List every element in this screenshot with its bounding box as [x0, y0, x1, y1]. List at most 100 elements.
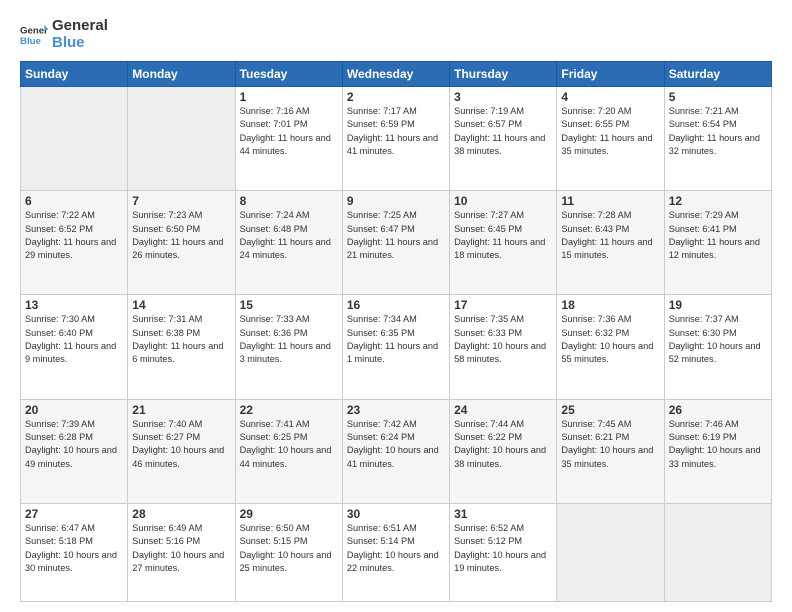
day-number: 23 [347, 403, 445, 417]
calendar-cell: 13Sunrise: 7:30 AMSunset: 6:40 PMDayligh… [21, 295, 128, 399]
calendar-cell: 6Sunrise: 7:22 AMSunset: 6:52 PMDaylight… [21, 191, 128, 295]
calendar-cell: 26Sunrise: 7:46 AMSunset: 6:19 PMDayligh… [664, 399, 771, 503]
day-info: Sunrise: 7:33 AMSunset: 6:36 PMDaylight:… [240, 313, 338, 366]
calendar-cell: 29Sunrise: 6:50 AMSunset: 5:15 PMDayligh… [235, 503, 342, 601]
weekday-header: Wednesday [342, 62, 449, 87]
svg-text:Blue: Blue [20, 35, 41, 46]
day-info: Sunrise: 7:21 AMSunset: 6:54 PMDaylight:… [669, 105, 767, 158]
day-info: Sunrise: 7:24 AMSunset: 6:48 PMDaylight:… [240, 209, 338, 262]
calendar-week-row: 13Sunrise: 7:30 AMSunset: 6:40 PMDayligh… [21, 295, 772, 399]
calendar-cell: 4Sunrise: 7:20 AMSunset: 6:55 PMDaylight… [557, 87, 664, 191]
day-number: 17 [454, 298, 552, 312]
day-info: Sunrise: 7:22 AMSunset: 6:52 PMDaylight:… [25, 209, 123, 262]
calendar-table: SundayMondayTuesdayWednesdayThursdayFrid… [20, 61, 772, 602]
weekday-header: Saturday [664, 62, 771, 87]
day-info: Sunrise: 7:44 AMSunset: 6:22 PMDaylight:… [454, 418, 552, 471]
day-info: Sunrise: 7:40 AMSunset: 6:27 PMDaylight:… [132, 418, 230, 471]
day-number: 26 [669, 403, 767, 417]
calendar-week-row: 6Sunrise: 7:22 AMSunset: 6:52 PMDaylight… [21, 191, 772, 295]
calendar-cell: 10Sunrise: 7:27 AMSunset: 6:45 PMDayligh… [450, 191, 557, 295]
calendar-week-row: 1Sunrise: 7:16 AMSunset: 7:01 PMDaylight… [21, 87, 772, 191]
calendar-cell: 17Sunrise: 7:35 AMSunset: 6:33 PMDayligh… [450, 295, 557, 399]
day-info: Sunrise: 7:39 AMSunset: 6:28 PMDaylight:… [25, 418, 123, 471]
calendar-cell: 20Sunrise: 7:39 AMSunset: 6:28 PMDayligh… [21, 399, 128, 503]
day-number: 29 [240, 507, 338, 521]
day-info: Sunrise: 7:16 AMSunset: 7:01 PMDaylight:… [240, 105, 338, 158]
day-number: 7 [132, 194, 230, 208]
calendar-cell: 30Sunrise: 6:51 AMSunset: 5:14 PMDayligh… [342, 503, 449, 601]
calendar-cell: 8Sunrise: 7:24 AMSunset: 6:48 PMDaylight… [235, 191, 342, 295]
day-info: Sunrise: 7:45 AMSunset: 6:21 PMDaylight:… [561, 418, 659, 471]
day-number: 4 [561, 90, 659, 104]
day-number: 16 [347, 298, 445, 312]
page: General Blue General Blue SundayMondayTu… [0, 0, 792, 612]
calendar-cell: 3Sunrise: 7:19 AMSunset: 6:57 PMDaylight… [450, 87, 557, 191]
logo-general: General [52, 18, 108, 35]
day-number: 5 [669, 90, 767, 104]
day-info: Sunrise: 7:36 AMSunset: 6:32 PMDaylight:… [561, 313, 659, 366]
day-number: 25 [561, 403, 659, 417]
day-info: Sunrise: 7:17 AMSunset: 6:59 PMDaylight:… [347, 105, 445, 158]
calendar-cell: 22Sunrise: 7:41 AMSunset: 6:25 PMDayligh… [235, 399, 342, 503]
calendar-cell: 7Sunrise: 7:23 AMSunset: 6:50 PMDaylight… [128, 191, 235, 295]
calendar-cell: 23Sunrise: 7:42 AMSunset: 6:24 PMDayligh… [342, 399, 449, 503]
calendar-cell: 24Sunrise: 7:44 AMSunset: 6:22 PMDayligh… [450, 399, 557, 503]
calendar-cell: 12Sunrise: 7:29 AMSunset: 6:41 PMDayligh… [664, 191, 771, 295]
day-number: 18 [561, 298, 659, 312]
calendar-cell: 27Sunrise: 6:47 AMSunset: 5:18 PMDayligh… [21, 503, 128, 601]
calendar-cell: 25Sunrise: 7:45 AMSunset: 6:21 PMDayligh… [557, 399, 664, 503]
calendar-cell [557, 503, 664, 601]
header: General Blue General Blue [20, 18, 772, 51]
day-number: 15 [240, 298, 338, 312]
weekday-header: Monday [128, 62, 235, 87]
day-info: Sunrise: 6:49 AMSunset: 5:16 PMDaylight:… [132, 522, 230, 575]
day-info: Sunrise: 7:20 AMSunset: 6:55 PMDaylight:… [561, 105, 659, 158]
day-info: Sunrise: 7:30 AMSunset: 6:40 PMDaylight:… [25, 313, 123, 366]
day-info: Sunrise: 7:37 AMSunset: 6:30 PMDaylight:… [669, 313, 767, 366]
calendar-cell: 16Sunrise: 7:34 AMSunset: 6:35 PMDayligh… [342, 295, 449, 399]
logo: General Blue General Blue [20, 18, 108, 51]
day-number: 6 [25, 194, 123, 208]
day-number: 12 [669, 194, 767, 208]
weekday-header: Thursday [450, 62, 557, 87]
day-number: 13 [25, 298, 123, 312]
svg-text:General: General [20, 25, 48, 36]
day-number: 31 [454, 507, 552, 521]
calendar-cell: 5Sunrise: 7:21 AMSunset: 6:54 PMDaylight… [664, 87, 771, 191]
day-number: 11 [561, 194, 659, 208]
day-number: 24 [454, 403, 552, 417]
calendar-cell: 19Sunrise: 7:37 AMSunset: 6:30 PMDayligh… [664, 295, 771, 399]
day-info: Sunrise: 6:47 AMSunset: 5:18 PMDaylight:… [25, 522, 123, 575]
day-info: Sunrise: 7:42 AMSunset: 6:24 PMDaylight:… [347, 418, 445, 471]
day-number: 14 [132, 298, 230, 312]
day-info: Sunrise: 7:35 AMSunset: 6:33 PMDaylight:… [454, 313, 552, 366]
day-number: 30 [347, 507, 445, 521]
weekday-header: Tuesday [235, 62, 342, 87]
calendar-cell: 14Sunrise: 7:31 AMSunset: 6:38 PMDayligh… [128, 295, 235, 399]
day-info: Sunrise: 7:27 AMSunset: 6:45 PMDaylight:… [454, 209, 552, 262]
logo-blue: Blue [52, 35, 108, 52]
calendar-cell [21, 87, 128, 191]
calendar-cell: 18Sunrise: 7:36 AMSunset: 6:32 PMDayligh… [557, 295, 664, 399]
day-number: 2 [347, 90, 445, 104]
logo-icon: General Blue [20, 21, 48, 49]
day-number: 1 [240, 90, 338, 104]
calendar-cell: 15Sunrise: 7:33 AMSunset: 6:36 PMDayligh… [235, 295, 342, 399]
day-info: Sunrise: 7:19 AMSunset: 6:57 PMDaylight:… [454, 105, 552, 158]
day-info: Sunrise: 7:23 AMSunset: 6:50 PMDaylight:… [132, 209, 230, 262]
day-info: Sunrise: 7:29 AMSunset: 6:41 PMDaylight:… [669, 209, 767, 262]
calendar-cell: 28Sunrise: 6:49 AMSunset: 5:16 PMDayligh… [128, 503, 235, 601]
day-info: Sunrise: 7:34 AMSunset: 6:35 PMDaylight:… [347, 313, 445, 366]
day-info: Sunrise: 7:25 AMSunset: 6:47 PMDaylight:… [347, 209, 445, 262]
day-number: 20 [25, 403, 123, 417]
calendar-week-row: 27Sunrise: 6:47 AMSunset: 5:18 PMDayligh… [21, 503, 772, 601]
calendar-cell: 21Sunrise: 7:40 AMSunset: 6:27 PMDayligh… [128, 399, 235, 503]
day-number: 28 [132, 507, 230, 521]
day-info: Sunrise: 6:52 AMSunset: 5:12 PMDaylight:… [454, 522, 552, 575]
day-number: 8 [240, 194, 338, 208]
day-number: 10 [454, 194, 552, 208]
weekday-header: Sunday [21, 62, 128, 87]
day-number: 21 [132, 403, 230, 417]
day-info: Sunrise: 6:51 AMSunset: 5:14 PMDaylight:… [347, 522, 445, 575]
day-number: 19 [669, 298, 767, 312]
